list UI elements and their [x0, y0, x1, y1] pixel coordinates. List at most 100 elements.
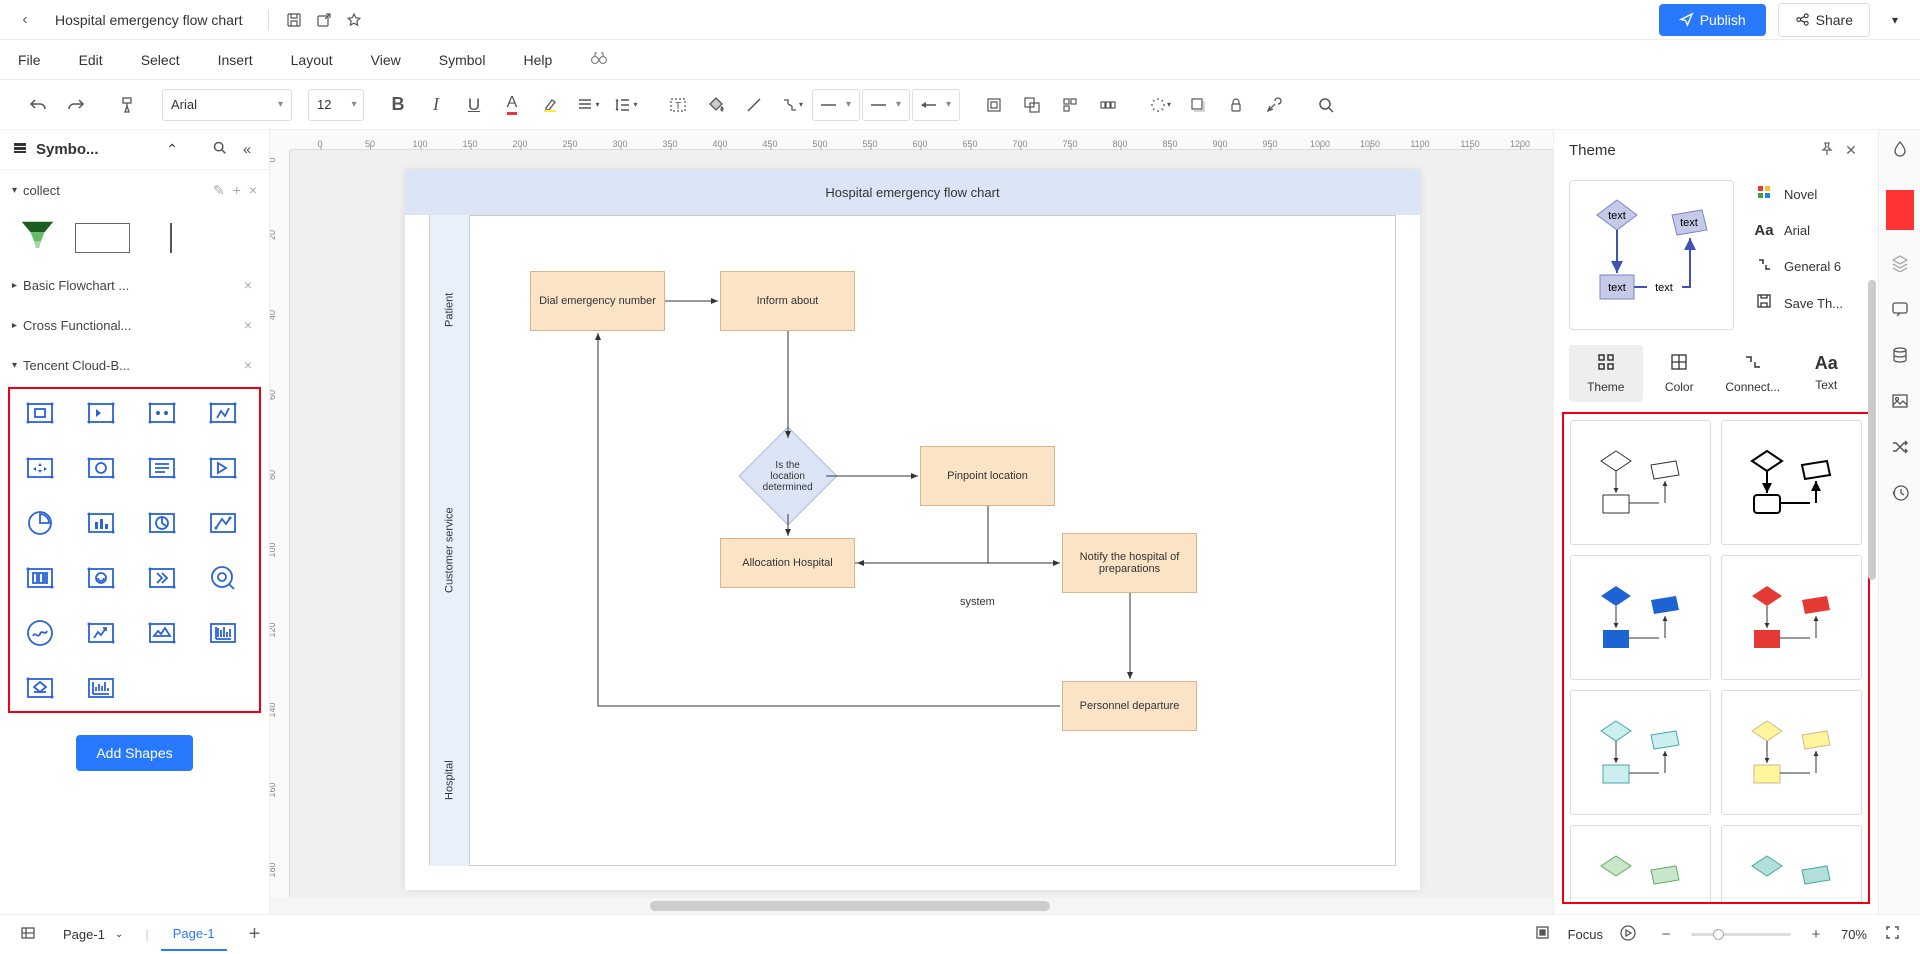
highlight-icon[interactable] [532, 87, 568, 123]
pages-icon[interactable] [15, 925, 41, 945]
shape-item[interactable] [206, 560, 241, 595]
shuffle-icon[interactable] [1887, 434, 1913, 460]
theme-card[interactable] [1721, 690, 1862, 815]
layers-icon[interactable] [1887, 250, 1913, 276]
tab-text[interactable]: AaText [1790, 345, 1864, 402]
theme-prop-novel[interactable]: Novel [1754, 185, 1863, 204]
right-panel-scrollbar[interactable] [1866, 280, 1878, 914]
group2-icon[interactable] [1014, 87, 1050, 123]
tab-connect[interactable]: Connect... [1716, 345, 1790, 402]
format-painter-icon[interactable] [110, 87, 146, 123]
tab-theme[interactable]: Theme [1569, 345, 1643, 402]
tab-color[interactable]: Color [1643, 345, 1717, 402]
menu-help[interactable]: Help [523, 52, 552, 68]
focus-mode-icon[interactable] [1530, 925, 1556, 944]
theme-prop-connector[interactable]: General 6 [1754, 257, 1863, 276]
bold-icon[interactable]: B [380, 87, 416, 123]
lane-patient[interactable]: Patient [429, 215, 469, 405]
lane-hospital[interactable]: Hospital [429, 695, 469, 865]
canvas-scrollbar[interactable] [270, 898, 1553, 914]
shape-item[interactable] [83, 450, 118, 485]
arrow-start-select[interactable]: ▾ [912, 89, 960, 121]
line-color-icon[interactable] [736, 87, 772, 123]
underline-icon[interactable]: U [456, 87, 492, 123]
shape-item[interactable] [22, 505, 57, 540]
node-notify-hospital[interactable]: Notify the hospital of preparations [1062, 533, 1197, 593]
menu-symbol[interactable]: Symbol [439, 52, 486, 68]
shape-item[interactable] [22, 450, 57, 485]
text-cursor-shape[interactable] [170, 223, 172, 253]
funnel-shape[interactable] [20, 220, 55, 255]
rect-shape[interactable] [75, 223, 130, 253]
close-icon[interactable]: × [244, 277, 252, 293]
page-select[interactable]: Page-1 ⌄ [53, 923, 133, 946]
search-icon[interactable] [1308, 87, 1344, 123]
close-icon[interactable]: × [244, 317, 252, 333]
shape-item[interactable] [22, 395, 57, 430]
shape-item[interactable] [206, 615, 241, 650]
add-shapes-button[interactable]: Add Shapes [76, 735, 192, 771]
redo-icon[interactable] [58, 87, 94, 123]
section-tencent-cloud[interactable]: ▾ Tencent Cloud-B... × [0, 345, 269, 385]
chevron-up-icon[interactable]: ⌃ [166, 141, 178, 158]
fontsize-select[interactable]: 12 ▾ [308, 89, 364, 121]
add-icon[interactable]: + [233, 182, 241, 199]
shape-item[interactable] [22, 670, 57, 705]
zoom-in-icon[interactable]: + [1803, 926, 1829, 943]
database-icon[interactable] [1887, 342, 1913, 368]
lane-customer-service[interactable]: Customer service [429, 405, 469, 695]
back-button[interactable]: ‹ [10, 11, 40, 29]
theme-card[interactable] [1721, 555, 1862, 680]
shape-item[interactable] [206, 395, 241, 430]
tools-icon[interactable] [1256, 87, 1292, 123]
shape-item[interactable] [83, 560, 118, 595]
drop-icon[interactable] [1887, 136, 1913, 162]
share-button[interactable]: Share [1778, 3, 1870, 37]
star-icon[interactable] [339, 5, 369, 35]
italic-icon[interactable]: I [418, 87, 454, 123]
node-pinpoint[interactable]: Pinpoint location [920, 446, 1055, 506]
shadow-icon[interactable] [1180, 87, 1216, 123]
font-select[interactable]: Arial ▾ [162, 89, 292, 121]
shape-item[interactable] [22, 560, 57, 595]
collapse-icon[interactable]: « [237, 141, 257, 158]
text-box-icon[interactable]: T [660, 87, 696, 123]
comment-icon[interactable] [1887, 296, 1913, 322]
node-allocation-hospital[interactable]: Allocation Hospital [720, 538, 855, 588]
zoom-out-icon[interactable]: − [1653, 926, 1679, 943]
shape-item[interactable] [206, 505, 241, 540]
node-dial-emergency[interactable]: Dial emergency number [530, 271, 665, 331]
theme-prop-save[interactable]: Save Th... [1754, 294, 1863, 312]
theme-prop-font[interactable]: AaArial [1754, 222, 1863, 239]
line-spacing-icon[interactable]: ▾ [608, 87, 644, 123]
fill-icon[interactable] [698, 87, 734, 123]
node-personnel-departure[interactable]: Personnel departure [1062, 681, 1197, 731]
theme-card[interactable] [1570, 555, 1711, 680]
node-inform-about[interactable]: Inform about [720, 271, 855, 331]
canvas[interactable]: Hospital emergency flow chart Patient Cu… [290, 150, 1553, 898]
page[interactable]: Hospital emergency flow chart Patient Cu… [405, 170, 1420, 890]
effects-icon[interactable]: ▾ [1142, 87, 1178, 123]
theme-card[interactable] [1721, 825, 1862, 904]
theme-card[interactable] [1570, 690, 1711, 815]
zoom-slider[interactable] [1691, 933, 1791, 936]
shape-item[interactable] [206, 450, 241, 485]
lock-icon[interactable] [1218, 87, 1254, 123]
undo-icon[interactable] [20, 87, 56, 123]
export-icon[interactable] [309, 5, 339, 35]
image-icon[interactable] [1887, 388, 1913, 414]
shape-item[interactable] [83, 615, 118, 650]
menu-insert[interactable]: Insert [218, 52, 253, 68]
shape-item[interactable] [145, 505, 180, 540]
node-is-location[interactable]: Is the location determined [739, 427, 838, 526]
shape-item[interactable] [22, 615, 57, 650]
theme-card[interactable] [1570, 420, 1711, 545]
align-icon[interactable]: ▾ [570, 87, 606, 123]
distribute-icon[interactable] [1090, 87, 1126, 123]
red-marker[interactable] [1886, 190, 1914, 230]
shape-item[interactable] [83, 670, 118, 705]
shape-item[interactable] [83, 395, 118, 430]
shape-item[interactable] [145, 615, 180, 650]
add-page-button[interactable]: + [239, 923, 271, 946]
search-icon[interactable] [209, 140, 229, 159]
